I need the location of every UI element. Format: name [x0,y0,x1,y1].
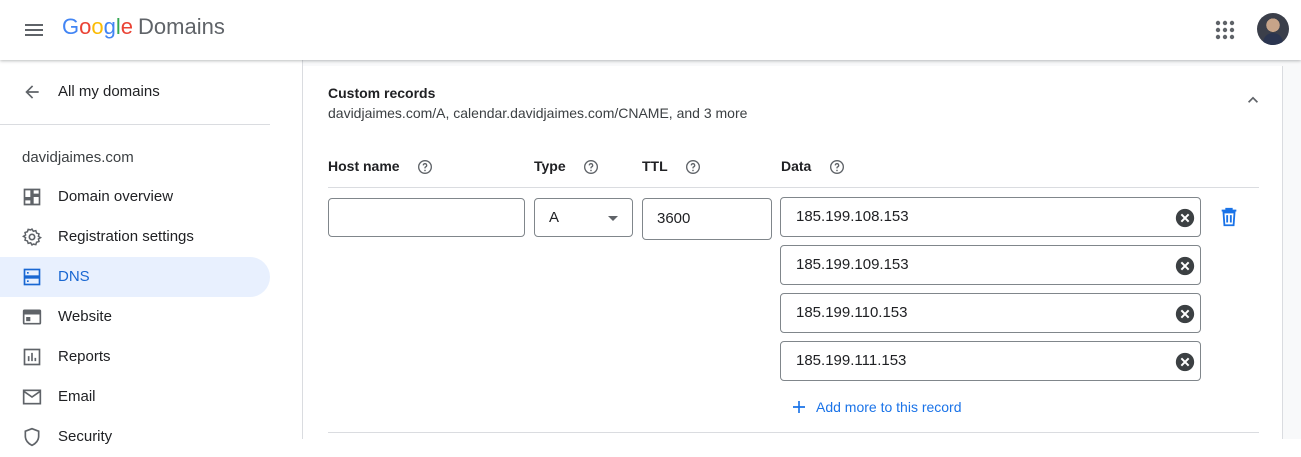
sidebar-divider [0,124,270,125]
help-icon[interactable] [829,159,845,175]
dashboard-icon [22,187,42,207]
domain-name: davidjaimes.com [22,149,134,166]
type-select[interactable]: A [534,198,633,237]
help-icon[interactable] [417,159,433,175]
google-domains-logo[interactable]: Google Domains [62,14,225,40]
main-content: Custom records davidjaimes.com/A, calend… [302,60,1301,439]
data-value: 185.199.109.153 [796,256,909,273]
logo-letter: G [62,14,80,39]
ttl-input[interactable]: 3600 [642,198,772,240]
data-value: 185.199.108.153 [796,208,909,225]
help-icon[interactable] [583,159,599,175]
records-summary: davidjaimes.com/A, calendar.davidjaimes.… [328,105,748,121]
bar-chart-icon [22,347,42,367]
logo-letter: e [120,14,134,39]
gear-icon [21,227,43,247]
sidebar-item-reports[interactable]: Reports [0,337,270,377]
sidebar-item-label: DNS [58,268,90,285]
column-header-type: Type [534,158,566,174]
clear-icon[interactable] [1174,351,1196,373]
sidebar-item-domain-overview[interactable]: Domain overview [0,177,270,217]
sidebar-item-label: Website [58,308,112,325]
sidebar-item-label: Email [58,388,96,405]
help-icon[interactable] [685,159,701,175]
dropdown-arrow-icon [608,216,618,221]
web-icon [22,307,42,327]
all-my-domains-link[interactable]: All my domains [0,74,302,110]
all-my-domains-label: All my domains [58,83,160,100]
column-header-data: Data [781,158,812,174]
dns-icon [22,267,42,287]
host-name-input[interactable] [328,198,525,237]
sidebar: All my domains davidjaimes.com Domain ov… [0,60,302,447]
clear-icon[interactable] [1174,303,1196,325]
logo-letter: o [79,14,92,39]
sidebar-item-security[interactable]: Security [0,417,270,457]
logo-letter: g [103,14,116,39]
sidebar-item-website[interactable]: Website [0,297,270,337]
custom-records-card: Custom records davidjaimes.com/A, calend… [303,66,1283,439]
sidebar-item-email[interactable]: Email [0,377,270,417]
arrow-back-icon [22,82,42,102]
shield-icon [22,427,42,447]
user-avatar[interactable] [1257,13,1289,45]
column-header-host: Host name [328,158,400,174]
data-value: 185.199.110.153 [796,304,908,321]
add-more-label: Add more to this record [816,399,962,415]
section-divider [328,432,1259,433]
delete-icon[interactable] [1218,206,1240,228]
sidebar-item-label: Reports [58,348,111,365]
column-header-ttl: TTL [642,158,668,174]
clear-icon[interactable] [1174,207,1196,229]
product-name: Domains [138,14,225,39]
chevron-up-icon[interactable] [1243,90,1263,110]
data-input[interactable]: 185.199.110.153 [780,293,1201,333]
sidebar-item-label: Security [58,428,113,445]
header-divider [328,187,1259,188]
data-value: 185.199.111.153 [796,352,907,369]
type-value: A [549,209,560,226]
section-title: Custom records [328,85,436,101]
plus-icon [790,398,808,416]
data-input[interactable]: 185.199.108.153 [780,197,1201,237]
sidebar-item-label: Registration settings [58,228,194,245]
hamburger-menu-icon[interactable] [22,18,46,42]
data-input[interactable]: 185.199.111.153 [780,341,1201,381]
sidebar-item-label: Domain overview [58,188,174,205]
logo-letter: o [91,14,104,39]
top-app-bar: Google Domains [0,0,1301,60]
clear-icon[interactable] [1174,255,1196,277]
sidebar-item-registration-settings[interactable]: Registration settings [0,217,270,257]
mail-icon [22,387,42,407]
sidebar-item-dns[interactable]: DNS [0,257,270,297]
apps-grid-icon[interactable] [1212,17,1238,43]
data-input[interactable]: 185.199.109.153 [780,245,1201,285]
